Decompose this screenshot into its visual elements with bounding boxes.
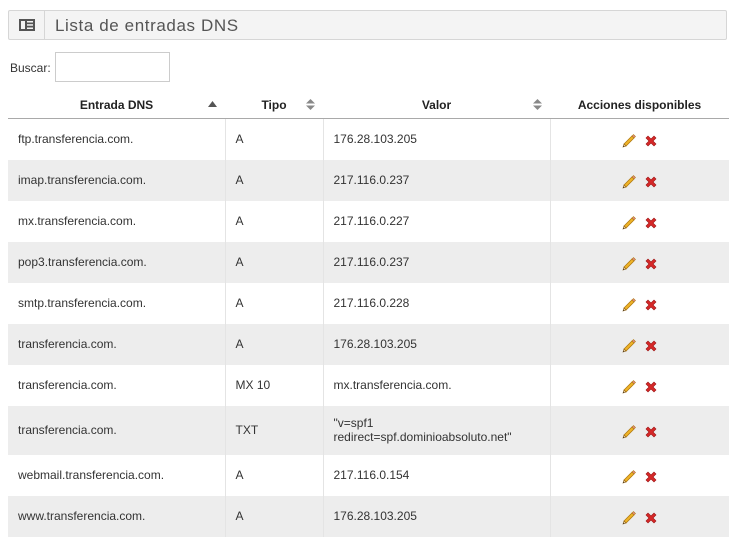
column-header-valor[interactable]: Valor [323,91,550,119]
search-label: Buscar: [10,61,51,75]
cell-valor: 217.116.0.228 [323,282,551,324]
table-row: smtp.transferencia.com. A 217.116.0.228 [8,282,729,324]
cell-entrada-dns: smtp.transferencia.com. [8,282,226,324]
cell-tipo: A [225,200,324,242]
pencil-icon[interactable] [621,469,637,485]
cell-valor: 217.116.0.237 [323,241,551,283]
cell-tipo: TXT [225,405,324,455]
pencil-icon[interactable] [621,256,637,272]
cell-acciones [550,323,729,365]
cell-valor: 217.116.0.154 [323,454,551,496]
row-actions [621,469,659,485]
pencil-icon[interactable] [621,510,637,526]
table-row: transferencia.com. MX 10 mx.transferencia.… [8,364,729,406]
pencil-icon[interactable] [621,424,637,440]
pencil-icon[interactable] [621,338,637,354]
sort-ascending-icon [208,101,217,107]
column-header-entrada-dns[interactable]: Entrada DNS [8,91,225,119]
row-actions [621,174,659,190]
cell-entrada-dns: mx.transferencia.com. [8,200,226,242]
column-header-acciones: Acciones disponibles [550,91,729,119]
panel-header: Lista de entradas DNS [8,10,727,40]
row-actions [621,379,659,395]
table-row: ftp.transferencia.com. A 176.28.103.205 [8,118,729,160]
close-icon[interactable] [643,469,659,485]
cell-valor: 176.28.103.205 [323,118,551,160]
cell-entrada-dns: transferencia.com. [8,364,226,406]
column-header-label: Acciones disponibles [577,97,702,112]
pencil-icon[interactable] [621,297,637,313]
cell-tipo: A [225,159,324,201]
cell-valor: 176.28.103.205 [323,323,551,365]
close-icon[interactable] [643,338,659,354]
cell-valor: mx.transferencia.com. [323,364,551,406]
close-icon[interactable] [643,256,659,272]
close-icon[interactable] [643,510,659,526]
pencil-icon[interactable] [621,215,637,231]
pencil-icon[interactable] [621,379,637,395]
list-icon [19,19,35,31]
close-icon[interactable] [643,174,659,190]
row-actions [621,297,659,313]
column-header-label: Valor [421,97,452,112]
table-header-row: Entrada DNS Tipo Valor Acciones disponib… [8,91,729,119]
close-icon[interactable] [643,424,659,440]
row-actions [621,338,659,354]
cell-valor: 217.116.0.227 [323,200,551,242]
column-header-tipo[interactable]: Tipo [225,91,323,119]
row-actions [621,133,659,149]
table-row: transferencia.com. TXT "v=spf1 redirect=sp… [8,405,729,455]
cell-tipo: A [225,118,324,160]
row-actions [621,424,659,440]
close-icon[interactable] [643,379,659,395]
cell-tipo: A [225,241,324,283]
cell-entrada-dns: pop3.transferencia.com. [8,241,226,283]
cell-tipo: A [225,454,324,496]
row-actions [621,215,659,231]
cell-entrada-dns: transferencia.com. [8,323,226,365]
cell-entrada-dns: ftp.transferencia.com. [8,118,226,160]
cell-acciones [550,118,729,160]
table-row: www.transferencia.com. A 176.28.103.205 [8,495,729,537]
cell-tipo: A [225,282,324,324]
column-header-label: Tipo [261,97,287,112]
cell-tipo: MX 10 [225,364,324,406]
cell-entrada-dns: transferencia.com. [8,405,226,455]
cell-valor: "v=spf1 redirect=spf.dominioabsoluto.net… [323,405,551,455]
sort-both-icon [306,99,315,110]
panel-title: Lista de entradas DNS [55,16,239,35]
column-header-label: Entrada DNS [79,97,154,112]
cell-acciones [550,495,729,537]
close-icon[interactable] [643,133,659,149]
cell-valor: 176.28.103.205 [323,495,551,537]
row-actions [621,256,659,272]
close-icon[interactable] [643,215,659,231]
table-row: mx.transferencia.com. A 217.116.0.227 [8,200,729,242]
panel-icon-box [9,11,45,39]
table-row: pop3.transferencia.com. A 217.116.0.237 [8,241,729,283]
dns-entries-table: Entrada DNS Tipo Valor Acciones disponib… [8,91,729,537]
search-input[interactable] [55,52,170,82]
cell-acciones [550,282,729,324]
pencil-icon[interactable] [621,174,637,190]
close-icon[interactable] [643,297,659,313]
cell-entrada-dns: webmail.transferencia.com. [8,454,226,496]
cell-acciones [550,241,729,283]
row-actions [621,510,659,526]
cell-acciones [550,405,729,455]
sort-both-icon [533,99,542,110]
cell-acciones [550,200,729,242]
table-row: imap.transferencia.com. A 217.116.0.237 [8,159,729,201]
cell-entrada-dns: imap.transferencia.com. [8,159,226,201]
cell-entrada-dns: www.transferencia.com. [8,495,226,537]
cell-acciones [550,364,729,406]
pencil-icon[interactable] [621,133,637,149]
cell-tipo: A [225,323,324,365]
cell-acciones [550,454,729,496]
table-row: transferencia.com. A 176.28.103.205 [8,323,729,365]
table-row: webmail.transferencia.com. A 217.116.0.154 [8,454,729,496]
cell-acciones [550,159,729,201]
cell-tipo: A [225,495,324,537]
cell-valor: 217.116.0.237 [323,159,551,201]
